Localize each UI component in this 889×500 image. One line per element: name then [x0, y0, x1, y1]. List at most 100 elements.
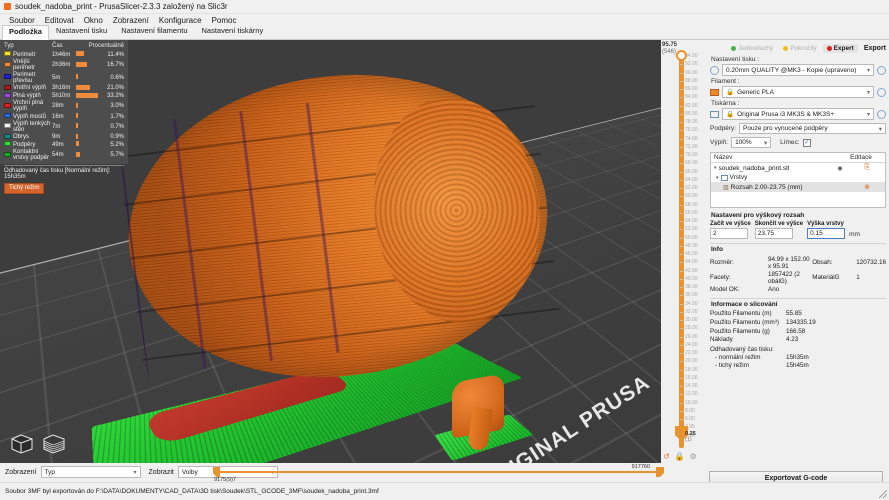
view-mode-label: Zobrazení [5, 468, 37, 476]
mode-expert[interactable]: Expert [822, 43, 858, 53]
print-time-value: 15h45m [786, 362, 809, 370]
layer-slider-tick: 74.00 [680, 136, 698, 142]
legend-time: 16m [52, 113, 64, 120]
chevron-down-icon[interactable]: ▾ [714, 165, 717, 171]
mode-label-expert: Expert [833, 44, 854, 52]
slice-info-value: 4.23 [786, 336, 799, 344]
printer-edit-icon[interactable] [877, 109, 886, 119]
tab-nastaveni-tisku[interactable]: Nastavení tisku [49, 24, 114, 39]
eye-icon[interactable]: ◉ [828, 165, 852, 172]
export-label[interactable]: Export [864, 45, 886, 52]
move-slider-right-value: 917760 [631, 464, 650, 470]
mode-jednoduchy[interactable]: Jednoduchý [727, 44, 777, 53]
tab-podlozka[interactable]: Podložka [2, 25, 49, 40]
infill-value: 100% [735, 139, 752, 146]
layer-slider-tick: 40.00 [680, 276, 698, 282]
legend-bar [76, 120, 102, 133]
legend-bar [76, 133, 102, 141]
filament-select[interactable]: 🔒 Generic PLA ▾ [722, 86, 874, 98]
print-time-row: - normální režim 15h35m [710, 353, 886, 362]
cube-icon[interactable] [8, 431, 36, 455]
layer-slider-icons: ↺ 🔒 ⚙ [663, 452, 697, 461]
legend-row: Perimetr 1h46m 11.4% [4, 51, 124, 59]
legend-percent: 33.2% [106, 93, 124, 100]
height-range-layer-label: Výška vrstvy [807, 221, 844, 227]
view-mode-select[interactable]: Typ ▾ [40, 466, 141, 478]
print-settings-row: 0.20mm QUALITY @MK3 - Kopie (upraveno) ▾ [710, 64, 886, 76]
layer-slider-tick: 60.00 [680, 194, 698, 199]
resize-grip[interactable] [879, 490, 887, 498]
filament-edit-icon[interactable] [877, 87, 886, 97]
legend-divider [4, 164, 124, 166]
tab-nastaveni-tiskarny[interactable]: Nastavení tiskárny [195, 24, 271, 39]
layers-icon[interactable] [40, 431, 68, 455]
supports-select[interactable]: Pouze pro vynucené podpěry ▾ [739, 123, 886, 134]
layer-slider-tick: 66.00 [680, 169, 698, 175]
undo-icon[interactable]: ↺ [663, 452, 670, 461]
info-row-facets: Facety: 1857422 (2 obálG) MateriálG 1 [710, 270, 886, 285]
chevron-down-icon: ▾ [866, 111, 870, 118]
layer-slider-tick: 8.00 [680, 408, 695, 414]
height-range-end-input[interactable]: 23.75 [754, 228, 793, 239]
layer-slider-tick: 72.00 [680, 144, 698, 150]
layer-slider-tick: 10.00 [680, 400, 698, 406]
printer-select[interactable]: 🔒 Original Prusa i3 MK3S & MK3S+ ▾ [722, 108, 874, 120]
print-time-row: - tichý režim 15h45m [710, 362, 886, 371]
move-slider-right-handle[interactable] [656, 467, 664, 477]
chevron-down-icon: ▾ [866, 89, 870, 96]
status-message: Soubor 3MF byl exportován do F:\DATA\DOK… [5, 488, 379, 495]
layer-slider-tick: 88.00 [680, 78, 698, 84]
chevron-down-icon[interactable]: ▾ [716, 175, 719, 181]
layer-slider-tick: 62.00 [680, 186, 698, 191]
layer-slider-tick: 20.00 [680, 359, 698, 364]
legend-time: 3h16m [52, 85, 71, 92]
legend-percent: 0.9% [110, 134, 124, 141]
lock-icon[interactable]: 🔒 [675, 452, 685, 461]
infill-select[interactable]: 100% ▾ [731, 137, 772, 148]
brim-checkbox[interactable]: ✓ [802, 138, 811, 147]
layer-slider[interactable]: 95.75 (546) 94.00 92.00 90.00 88.00 86.00 84.… [661, 40, 707, 463]
legend-bar [76, 149, 102, 162]
info-volume-label: Obsah: [812, 259, 833, 267]
legend-label: Vnější perimetr [13, 59, 36, 72]
print-settings-edit-icon[interactable] [877, 65, 886, 75]
legend-header-time: Čas [52, 43, 63, 49]
edit-icon[interactable]: ⎘ [852, 164, 882, 172]
layer-slider-tick: 80.00 [680, 111, 698, 117]
legend-label: Obrys [13, 134, 30, 141]
3d-viewport[interactable]: ORIGINAL PRUSA Typ Čas Procentuálně Peri… [0, 40, 661, 463]
layer-slider-tick: 78.00 [680, 120, 698, 125]
object-row-range[interactable]: ▥ Rozsah 2.00-23.75 (mm) ⊗ [711, 182, 885, 192]
layer-slider-tick: 76.00 [680, 128, 698, 133]
tab-nastaveni-filamentu[interactable]: Nastavení filamentu [114, 24, 194, 39]
layer-slider-tick: 18.00 [680, 367, 698, 373]
layer-slider-track[interactable] [679, 58, 684, 448]
layer-slider-tick: 12.00 [680, 392, 698, 397]
delete-icon[interactable]: ⊗ [852, 183, 882, 191]
quiet-mode-button[interactable]: Tichý režim [4, 182, 45, 194]
layer-slider-bottom-index: (1) [685, 437, 692, 443]
legend-row: Obrys 9m 0.9% [4, 133, 124, 141]
right-sidebar: Jednoduchý Pokročilý Expert Export Nasta… [707, 40, 889, 463]
mode-selector: Jednoduchý Pokročilý Expert Export [710, 42, 886, 54]
mode-dot-expert [826, 45, 832, 51]
layer-slider-upper-handle[interactable] [676, 50, 687, 61]
legend-header-type: Typ [4, 43, 14, 49]
object-row-model[interactable]: ▾ soudek_nadoba_print.stl ◉ ⎘ [711, 163, 885, 173]
legend-percent: 1.7% [110, 113, 124, 120]
height-range-start-input[interactable]: 2 [710, 228, 748, 239]
print-settings-select[interactable]: 0.20mm QUALITY @MK3 - Kopie (upraveno) ▾ [722, 64, 874, 76]
gcode-legend: Typ Čas Procentuálně Perimetr 1h46m 11.4% V… [0, 40, 128, 194]
gear-icon[interactable]: ⚙ [690, 452, 697, 461]
height-range-layer-input[interactable]: 0.15 [807, 228, 846, 239]
layer-slider-tick: 22.00 [680, 351, 698, 356]
move-slider-left-handle[interactable] [213, 467, 220, 477]
mode-pokrocily[interactable]: Pokročilý [779, 44, 820, 53]
move-slider[interactable]: 9175(9)7 917760 [212, 464, 664, 483]
info-materials-label: MateriálG [812, 274, 840, 282]
object-list[interactable]: Název Editace ▾ soudek_nadoba_print.stl … [710, 152, 886, 208]
printer-row: 🔒 Original Prusa i3 MK3S & MK3S+ ▾ [710, 108, 886, 120]
brim-label: Límec: [780, 139, 800, 146]
object-row-layers[interactable]: ▾ Vrstvy [711, 173, 885, 182]
move-slider-track[interactable] [216, 471, 660, 473]
